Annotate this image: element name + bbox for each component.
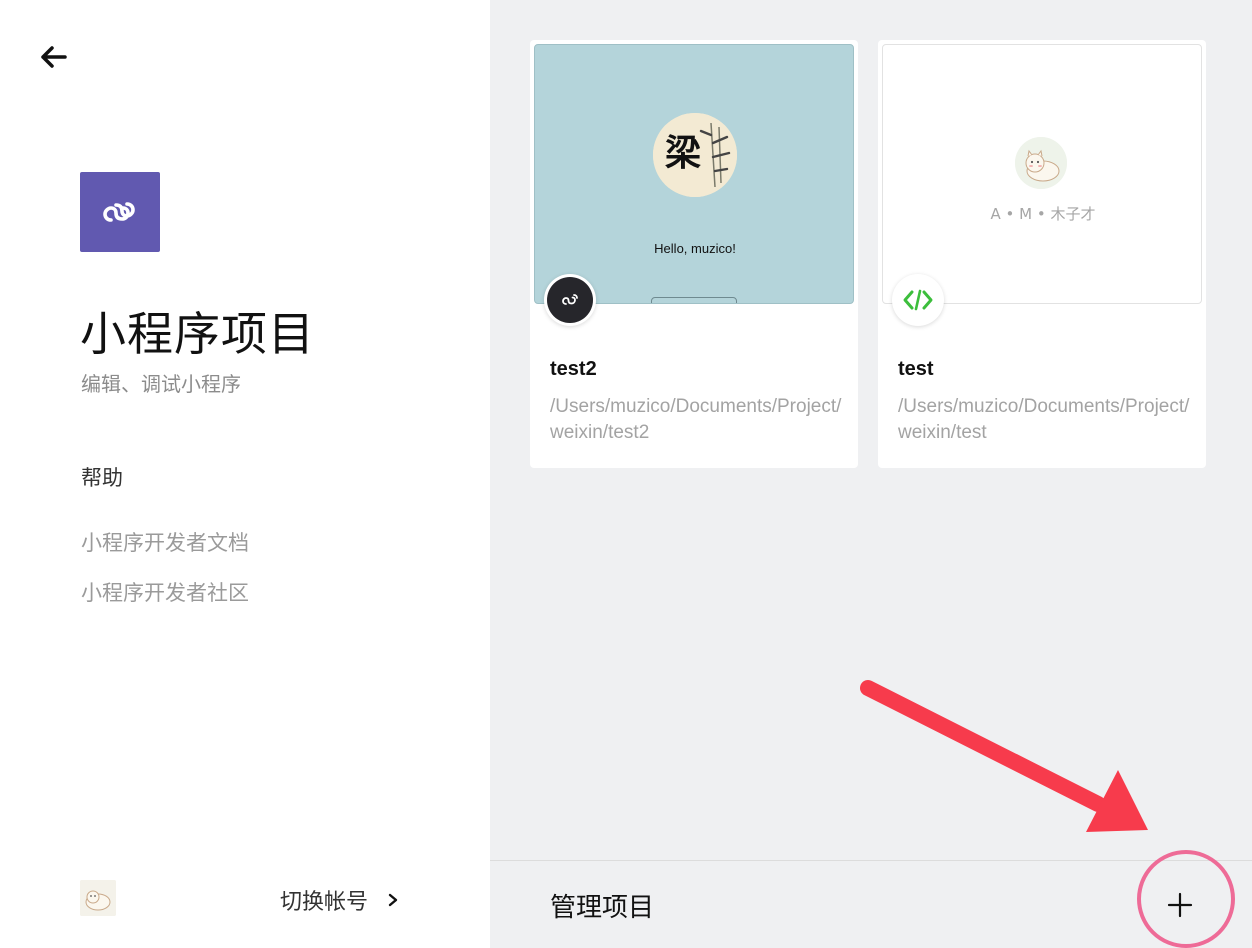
community-link[interactable]: 小程序开发者社区 bbox=[81, 577, 249, 607]
user-avatar[interactable] bbox=[80, 880, 116, 916]
back-arrow-icon[interactable] bbox=[36, 40, 70, 74]
project-panel: 梁 Hello, muzico! test2 /Users/muzico/Doc… bbox=[490, 0, 1252, 948]
project-card-test[interactable]: A • M • 木子才 test /Users/muzico/Documents… bbox=[878, 40, 1206, 468]
project-path: /Users/muzico/Documents/Project/weixin/t… bbox=[898, 396, 1190, 443]
project-name: test2 bbox=[550, 358, 597, 380]
preview-button bbox=[651, 297, 737, 303]
docs-link[interactable]: 小程序开发者文档 bbox=[81, 527, 249, 557]
switch-account-button[interactable]: 切换帐号 bbox=[280, 884, 400, 916]
preview-avatar-char: 梁 bbox=[665, 132, 701, 174]
code-icon bbox=[903, 289, 933, 311]
chevron-right-icon bbox=[388, 893, 398, 907]
project-preview: 梁 Hello, muzico! bbox=[534, 44, 854, 304]
sidebar: 小程序项目 编辑、调试小程序 帮助 小程序开发者文档 小程序开发者社区 切换帐号 bbox=[0, 0, 490, 948]
project-path: /Users/muzico/Documents/Project/weixin/t… bbox=[550, 396, 842, 443]
preview-avatar: 梁 bbox=[653, 113, 737, 197]
project-preview: A • M • 木子才 bbox=[882, 44, 1202, 304]
switch-account-label: 切换帐号 bbox=[280, 890, 369, 915]
preview-avatar bbox=[1015, 137, 1067, 189]
preview-caption: A • M • 木子才 bbox=[990, 205, 1096, 223]
project-badge bbox=[544, 274, 596, 326]
page-subtitle: 编辑、调试小程序 bbox=[81, 372, 241, 396]
project-card-test2[interactable]: 梁 Hello, muzico! test2 /Users/muzico/Doc… bbox=[530, 40, 858, 468]
page-title: 小程序项目 bbox=[80, 307, 315, 361]
manage-projects-button[interactable]: 管理项目 bbox=[550, 887, 654, 924]
bottom-bar: 管理项目 bbox=[490, 850, 1252, 948]
project-badge bbox=[892, 274, 944, 326]
preview-greeting: Hello, muzico! bbox=[654, 241, 736, 256]
miniprogram-link-icon bbox=[547, 277, 593, 323]
miniprogram-logo-icon bbox=[80, 172, 160, 252]
project-name: test bbox=[898, 358, 934, 380]
help-heading: 帮助 bbox=[81, 466, 123, 490]
plus-icon[interactable] bbox=[1160, 885, 1200, 925]
